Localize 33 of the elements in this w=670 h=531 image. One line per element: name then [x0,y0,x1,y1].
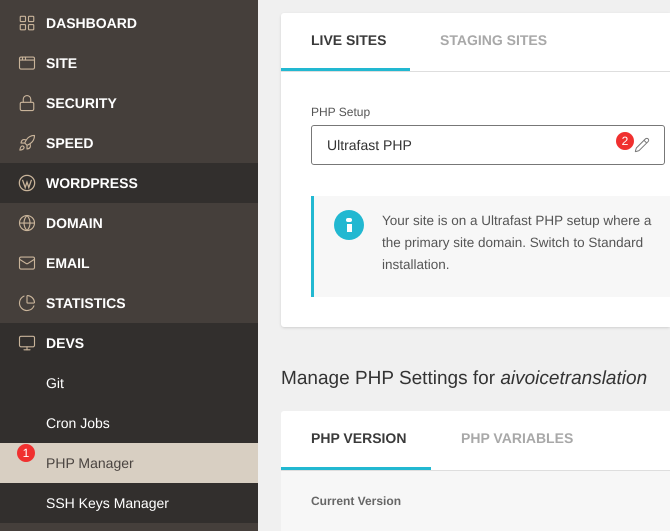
pie-chart-icon [18,294,36,312]
sidebar-item[interactable]: DASHBOARD [0,3,258,43]
envelope-icon [18,254,36,272]
notice-text: Your site is on a Ultrafast PHP setup where a the primary site domain. Switch to Standard installation. [382,212,652,274]
number-badge: 2 [616,132,634,150]
sidebar-item[interactable]: SITE [0,43,258,83]
browser-window-icon [18,54,36,72]
tab[interactable]: LIVE SITES [281,13,410,71]
php-setup-field[interactable]: Ultrafast PHP 2 [311,125,665,165]
sidebar-item[interactable]: STATISTICS [0,283,258,323]
grid-icon [18,14,36,32]
field-value: Ultrafast PHP [327,136,412,154]
rocket-icon [18,134,36,152]
sidebar-item[interactable]: SECURITY [0,83,258,123]
sidebar-item[interactable]: EMAIL [0,243,258,283]
monitor-icon [18,334,36,352]
number-badge: 1 [17,444,35,462]
sidebar-subitem[interactable]: Cron Jobs [0,403,258,443]
wordpress-icon [18,174,36,192]
field-label: PHP Setup [311,104,372,121]
sidebar-item[interactable]: DOMAIN [0,203,258,243]
sidebar-subitem[interactable]: 1 PHP Manager [0,443,258,483]
info-icon [334,210,364,240]
section-title: Manage PHP Settings for aivoicetranslation [281,367,648,391]
globe-icon [18,214,36,232]
sidebar-subitem[interactable]: Git [0,363,258,403]
lock-icon [18,94,36,112]
edit-icon[interactable] [634,137,650,153]
column-header: Current Version [311,492,402,510]
sidebar-item[interactable]: DEVS [0,323,258,363]
sidebar-subitem[interactable]: SSH Keys Manager [0,483,258,523]
sidebar-item[interactable]: WORDPRESS [0,163,258,203]
sidebar-item[interactable]: SPEED [0,123,258,163]
